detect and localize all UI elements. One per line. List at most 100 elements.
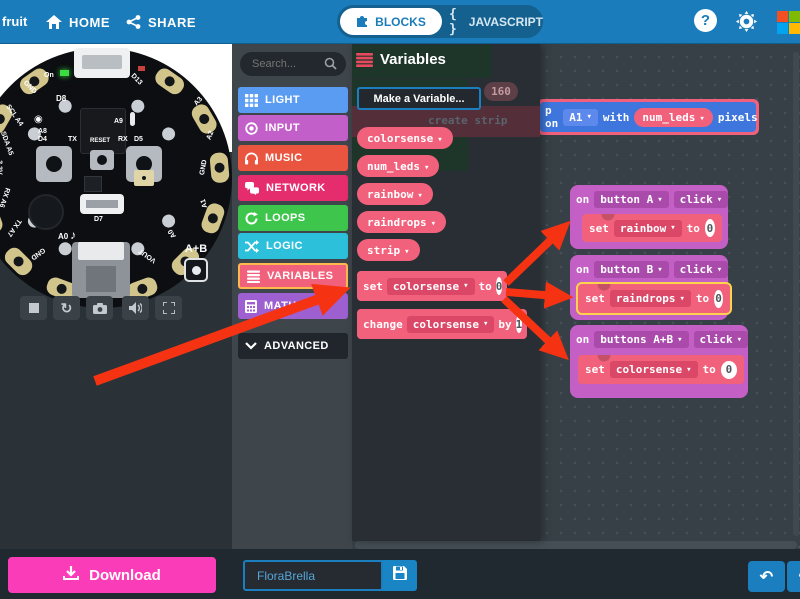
set-rainbow-block[interactable]: set rainbow to 0 (582, 214, 722, 242)
download-icon (63, 565, 79, 585)
loop-icon (245, 212, 258, 225)
download-button[interactable]: Download (8, 557, 216, 593)
set-variable-block[interactable]: set colorsense to 0 (357, 271, 507, 301)
category-math[interactable]: MATH (238, 293, 348, 319)
help-button[interactable]: ? (694, 9, 717, 32)
pixels-text: pixels (718, 111, 758, 124)
value-input[interactable]: 0 (721, 361, 737, 379)
category-label: INPUT (265, 122, 300, 134)
share-button[interactable]: SHARE (126, 0, 196, 44)
sound-button[interactable] (122, 296, 149, 320)
ab-button[interactable] (184, 258, 208, 282)
value-input[interactable]: 0 (714, 290, 723, 308)
board-pad (209, 152, 230, 183)
bottom-bar: Download ↶ ↷ (0, 549, 800, 599)
value-input[interactable]: 0 (496, 277, 503, 295)
adafruit-logo[interactable]: fruit (2, 14, 27, 29)
board-label: TX (68, 136, 77, 143)
undo-button[interactable]: ↶ (748, 561, 785, 592)
question-icon: ? (701, 12, 710, 29)
variable-dropdown[interactable]: rainbow (614, 220, 682, 237)
button-a[interactable] (36, 146, 72, 182)
board-label: A1 (200, 198, 209, 208)
restart-button[interactable]: ↻ (53, 296, 80, 320)
settings-button[interactable] (735, 10, 758, 38)
board-label: RX (118, 136, 128, 143)
set-text: set (363, 280, 383, 293)
tab-javascript[interactable]: { } JAVASCRIPT (449, 5, 543, 38)
button-dropdown[interactable]: buttons A+B (594, 331, 688, 348)
category-logic[interactable]: LOGIC (238, 233, 348, 259)
category-variables[interactable]: VARIABLES (238, 263, 348, 289)
category-input[interactable]: INPUT (238, 115, 348, 141)
category-loops[interactable]: LOOPS (238, 205, 348, 231)
variable-dropdown[interactable]: raindrops (610, 290, 691, 307)
click-dropdown[interactable]: click (674, 191, 729, 208)
change-text: change (363, 318, 403, 331)
horizontal-scrollbar[interactable] (355, 541, 797, 549)
num-leds-variable[interactable]: num_leds (634, 108, 712, 127)
variable-pill-colorsense[interactable]: colorsense (357, 127, 453, 149)
variable-pill-raindrops[interactable]: raindrops (357, 211, 446, 233)
button-dropdown[interactable]: button A (594, 191, 668, 208)
category-light[interactable]: LIGHT (238, 87, 348, 113)
on-button-b-block[interactable]: on button B click set raindrops to 0 (570, 255, 728, 320)
board-pad (2, 244, 36, 278)
click-dropdown[interactable]: click (694, 331, 749, 348)
change-variable-block[interactable]: change colorsense by 1 (357, 309, 527, 339)
home-button[interactable]: HOME (46, 0, 110, 44)
project-name-input[interactable] (243, 560, 383, 591)
editor-toggle: BLOCKS { } JAVASCRIPT (337, 5, 543, 38)
variable-pill-strip[interactable]: strip (357, 239, 420, 261)
board-label: D4 (38, 136, 47, 143)
create-strip-block[interactable]: p on A1 with num_leds pixels (537, 99, 759, 135)
music-note-icon: ♪ (70, 228, 76, 242)
ghost-value: 160 (484, 82, 518, 101)
board-label: 3.3V (0, 160, 3, 174)
braces-icon: { } (449, 7, 464, 37)
board-label: RX A6 (0, 187, 11, 209)
variables-flyout: 160 create strip Variables Make a Variab… (352, 44, 540, 541)
variable-dropdown[interactable]: colorsense (407, 316, 495, 333)
category-network[interactable]: NETWORK (238, 175, 348, 201)
app-header: fruit HOME SHARE BLOCKS { } JAVASCRIPT ? (0, 0, 800, 44)
category-label: ADVANCED (264, 340, 329, 352)
light-sensor-icon: ◉ (34, 114, 43, 125)
board-label: D8 (56, 94, 66, 103)
thermometer-icon (130, 112, 135, 126)
headphones-icon (245, 152, 258, 165)
make-variable-button[interactable]: Make a Variable... (357, 87, 481, 110)
redo-button[interactable]: ↷ (787, 561, 800, 592)
value-input[interactable]: 0 (705, 219, 715, 237)
click-dropdown[interactable]: click (674, 261, 729, 278)
vertical-scrollbar[interactable] (793, 52, 799, 536)
variable-dropdown[interactable]: colorsense (610, 361, 698, 378)
stop-button[interactable] (20, 296, 47, 320)
set-raindrops-block[interactable]: set raindrops to 0 (578, 284, 730, 313)
set-colorsense-block[interactable]: set colorsense to 0 (578, 355, 744, 384)
slide-switch[interactable] (80, 194, 124, 214)
save-button[interactable] (383, 560, 417, 591)
on-buttons-ab-block[interactable]: on buttons A+B click set colorsense to 0 (570, 325, 748, 398)
screenshot-button[interactable] (86, 296, 113, 320)
tab-blocks[interactable]: BLOCKS (340, 8, 442, 35)
ms-square-red (777, 11, 788, 22)
variables-icon (247, 270, 260, 283)
calculator-icon (245, 300, 257, 313)
gear-icon (735, 20, 758, 37)
variable-pill-num-leds[interactable]: num_leds (357, 155, 439, 177)
category-music[interactable]: MUSIC (238, 145, 348, 171)
fullscreen-button[interactable] (155, 296, 182, 320)
microsoft-logo[interactable] (777, 11, 800, 34)
button-dropdown[interactable]: button B (594, 261, 668, 278)
variable-dropdown[interactable]: colorsense (387, 278, 475, 295)
port-dropdown[interactable]: A1 (563, 109, 598, 126)
reset-button[interactable] (90, 150, 114, 170)
set-text: set (585, 363, 605, 376)
power-led (60, 70, 69, 76)
category-advanced[interactable]: ADVANCED (238, 333, 348, 359)
value-input[interactable]: 1 (516, 315, 523, 333)
board-label: RESET (90, 138, 110, 144)
variable-pill-rainbow[interactable]: rainbow (357, 183, 433, 205)
on-button-a-block[interactable]: on button A click set rainbow to 0 (570, 185, 728, 249)
